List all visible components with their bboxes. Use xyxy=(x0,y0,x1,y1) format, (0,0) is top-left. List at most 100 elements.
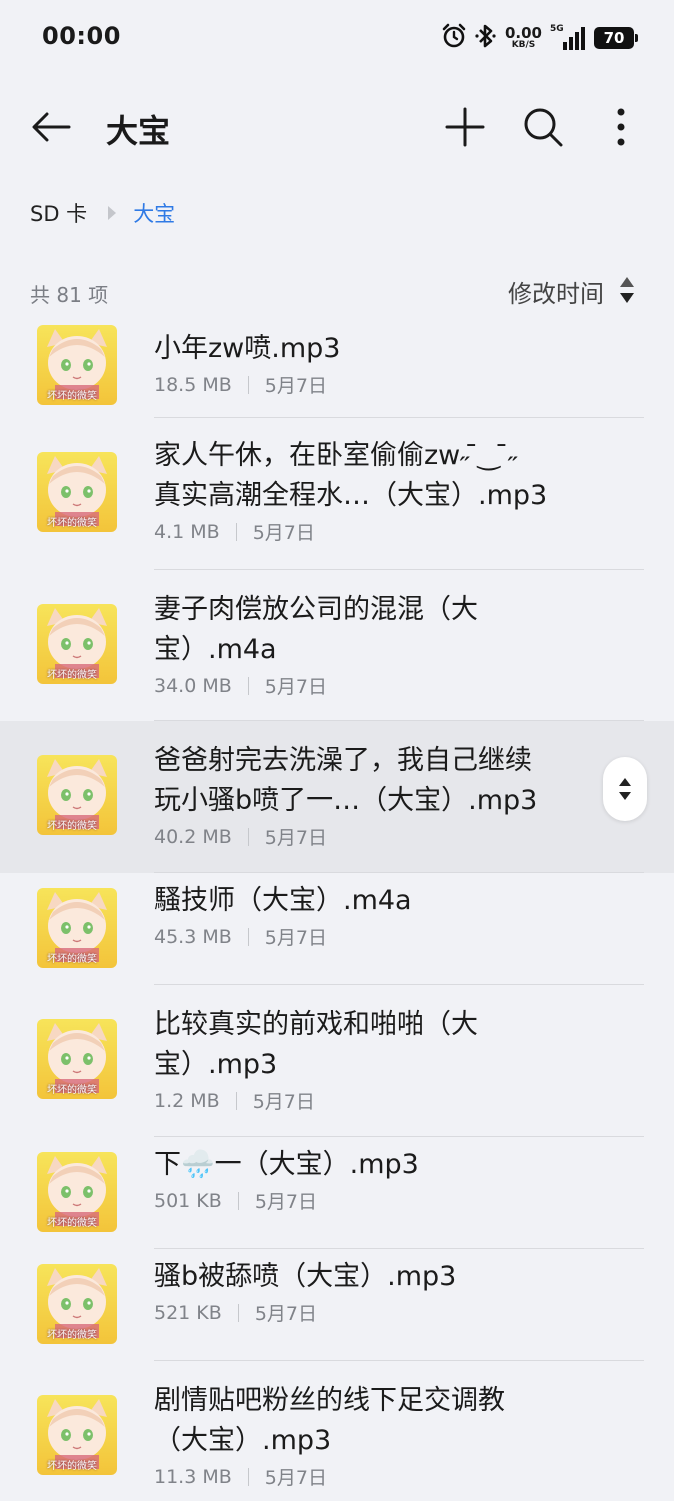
file-row[interactable]: 坏坏的微笑 爸爸射完去洗澡了，我自己继续 玩小骚b喷了一…（大宝）.mp3 40.2… xyxy=(0,721,674,873)
meta-divider xyxy=(247,827,249,846)
file-meta: 1.2 MB 5月7日 xyxy=(154,1087,604,1114)
add-button[interactable] xyxy=(440,104,490,150)
file-row[interactable]: 坏坏的微笑 下🌧️一（大宝）.mp3 501 KB 5月7日 xyxy=(0,1137,674,1249)
status-icons: 0.00 KB/S 5G 70 xyxy=(441,22,638,54)
bluetooth-icon xyxy=(475,23,497,53)
file-row[interactable]: 坏坏的微笑 騷技师（大宝）.m4a 45.3 MB 5月7日 xyxy=(0,873,674,985)
file-thumbnail: 坏坏的微笑 xyxy=(37,604,117,684)
file-thumbnail: 坏坏的微笑 xyxy=(37,888,117,968)
file-name: 騷技师（大宝）.m4a xyxy=(154,885,412,916)
meta-divider xyxy=(247,927,249,946)
file-name: 爸爸射完去洗澡了，我自己继续 玩小骚b喷了一…（大宝）.mp3 xyxy=(154,745,538,816)
file-date: 5月7日 xyxy=(252,522,315,544)
file-row[interactable]: 坏坏的微笑 骚b被舔喷（大宝）.mp3 521 KB 5月7日 xyxy=(0,1249,674,1361)
file-meta: 18.5 MB 5月7日 xyxy=(154,371,604,398)
thumbnail-caption: 坏坏的微笑 xyxy=(47,670,97,681)
file-row[interactable]: 坏坏的微笑 小年zw喷.mp3 18.5 MB 5月7日 xyxy=(0,321,674,418)
thumbnail-caption: 坏坏的微笑 xyxy=(47,821,97,832)
back-arrow-icon xyxy=(32,112,71,142)
file-date: 5月7日 xyxy=(264,676,327,698)
file-info: 比较真实的前戏和啪啪（大 宝）.mp3 1.2 MB 5月7日 xyxy=(154,1005,604,1114)
file-meta: 34.0 MB 5月7日 xyxy=(154,672,604,699)
thumbnail-caption: 坏坏的微笑 xyxy=(47,954,97,965)
file-thumbnail: 坏坏的微笑 xyxy=(37,1019,117,1099)
file-size: 521 KB xyxy=(154,1301,222,1324)
file-date: 5月7日 xyxy=(264,1467,327,1489)
sort-button[interactable]: 修改时间 xyxy=(508,274,636,309)
more-vertical-icon xyxy=(617,108,625,146)
file-thumbnail: 坏坏的微笑 xyxy=(37,452,117,532)
scroll-arrows-icon xyxy=(619,778,631,800)
thumbnail-caption: 坏坏的微笑 xyxy=(47,1085,97,1096)
file-row[interactable]: 坏坏的微笑 剧情贴吧粉丝的线下足交调教 （大宝）.mp3 11.3 MB 5月7日 xyxy=(0,1361,674,1501)
file-row[interactable]: 坏坏的微笑 家人午休，在卧室偷偷zw˶ ̄‿ ̄˶ 真实高潮全程水…（大宝）.mp… xyxy=(0,418,674,570)
file-date: 5月7日 xyxy=(264,375,327,397)
file-row[interactable]: 坏坏的微笑 妻子肉偿放公司的混混（大 宝）.m4a 34.0 MB 5月7日 xyxy=(0,570,674,721)
file-date: 5月7日 xyxy=(264,827,327,849)
file-info: 家人午休，在卧室偷偷zw˶ ̄‿ ̄˶ 真实高潮全程水…（大宝）.mp3 4.1 … xyxy=(154,436,604,545)
thumbnail-caption: 坏坏的微笑 xyxy=(47,1461,97,1472)
file-date: 5月7日 xyxy=(264,927,327,949)
thumbnail-caption: 坏坏的微笑 xyxy=(47,1218,97,1229)
app-bar: 大宝 xyxy=(0,90,674,164)
file-thumbnail: 坏坏的微笑 xyxy=(37,1152,117,1232)
meta-divider xyxy=(247,375,249,394)
meta-divider xyxy=(235,1091,237,1110)
file-name: 小年zw喷.mp3 xyxy=(154,333,341,364)
file-thumbnail: 坏坏的微笑 xyxy=(37,1395,117,1475)
meta-divider xyxy=(237,1191,239,1210)
fast-scroll-handle[interactable] xyxy=(603,757,647,821)
file-size: 45.3 MB xyxy=(154,925,232,948)
meta-divider xyxy=(237,1303,239,1322)
file-info: 爸爸射完去洗澡了，我自己继续 玩小骚b喷了一…（大宝）.mp3 40.2 MB 5月… xyxy=(154,741,604,850)
meta-divider xyxy=(247,676,249,695)
search-button[interactable] xyxy=(518,104,568,150)
file-meta: 40.2 MB 5月7日 xyxy=(154,823,604,850)
file-info: 騷技师（大宝）.m4a 45.3 MB 5月7日 xyxy=(154,881,604,950)
breadcrumb-root[interactable]: SD 卡 xyxy=(30,198,87,228)
thumbnail-caption: 坏坏的微笑 xyxy=(47,518,97,529)
file-date: 5月7日 xyxy=(254,1303,317,1325)
file-size: 4.1 MB xyxy=(154,520,220,543)
more-options-button[interactable] xyxy=(596,104,646,150)
alarm-icon xyxy=(441,23,467,53)
thumbnail-caption: 坏坏的微笑 xyxy=(47,391,97,402)
file-info: 骚b被舔喷（大宝）.mp3 521 KB 5月7日 xyxy=(154,1257,604,1326)
file-meta: 45.3 MB 5月7日 xyxy=(154,923,604,950)
file-meta: 521 KB 5月7日 xyxy=(154,1299,604,1326)
chevron-right-icon xyxy=(107,205,117,221)
file-size: 1.2 MB xyxy=(154,1089,220,1112)
sort-label: 修改时间 xyxy=(508,280,604,308)
file-info: 剧情贴吧粉丝的线下足交调教 （大宝）.mp3 11.3 MB 5月7日 xyxy=(154,1381,604,1490)
battery-icon: 70 xyxy=(594,27,638,49)
thumbnail-caption: 坏坏的微笑 xyxy=(47,1330,97,1341)
network-speed: 0.00 KB/S xyxy=(504,24,542,50)
status-time: 00:00 xyxy=(42,22,121,50)
file-name: 骚b被舔喷（大宝）.mp3 xyxy=(154,1261,457,1292)
file-info: 下🌧️一（大宝）.mp3 501 KB 5月7日 xyxy=(154,1145,604,1214)
file-info: 妻子肉偿放公司的混混（大 宝）.m4a 34.0 MB 5月7日 xyxy=(154,590,604,699)
meta-divider xyxy=(235,522,237,541)
signal-icon: 5G xyxy=(550,24,586,52)
file-date: 5月7日 xyxy=(254,1191,317,1213)
item-count: 共 81 项 xyxy=(30,283,109,307)
file-name: 比较真实的前戏和啪啪（大 宝）.mp3 xyxy=(154,1009,478,1080)
meta-divider xyxy=(247,1467,249,1486)
sort-order-icon xyxy=(618,275,636,309)
back-button[interactable] xyxy=(26,104,76,150)
file-size: 11.3 MB xyxy=(154,1465,232,1488)
breadcrumb-current[interactable]: 大宝 xyxy=(133,198,175,228)
file-name: 家人午休，在卧室偷偷zw˶ ̄‿ ̄˶ 真实高潮全程水…（大宝）.mp3 xyxy=(154,440,548,511)
file-name: 妻子肉偿放公司的混混（大 宝）.m4a xyxy=(154,594,478,665)
file-size: 501 KB xyxy=(154,1189,222,1212)
file-size: 18.5 MB xyxy=(154,373,232,396)
status-bar: 00:00 0.00 KB/S 5G 70 xyxy=(0,0,674,76)
file-row[interactable]: 坏坏的微笑 比较真实的前戏和啪啪（大 宝）.mp3 1.2 MB 5月7日 xyxy=(0,985,674,1137)
breadcrumb: SD 卡 大宝 xyxy=(30,196,175,230)
file-meta: 4.1 MB 5月7日 xyxy=(154,518,604,545)
file-name: 下🌧️一（大宝）.mp3 xyxy=(154,1149,419,1180)
file-thumbnail: 坏坏的微笑 xyxy=(37,325,117,405)
list-header: 共 81 项 修改时间 xyxy=(30,274,636,312)
file-meta: 501 KB 5月7日 xyxy=(154,1187,604,1214)
file-size: 40.2 MB xyxy=(154,825,232,848)
